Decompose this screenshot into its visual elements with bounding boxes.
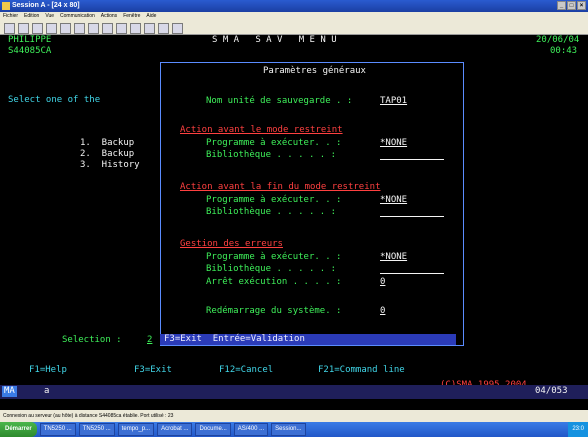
status-message: Connexion au serveur (au hôte) à distanc… [3,413,174,419]
settings-icon[interactable] [158,23,169,34]
select-prompt: Select one of the [8,95,101,105]
status-bar: Connexion au serveur (au hôte) à distanc… [0,410,588,422]
taskbar-item-5[interactable]: Docume... [195,423,231,436]
fkey-command-line[interactable]: F21=Command line [318,365,405,376]
oia-input-mode: a [44,386,50,396]
taskbar-item-3[interactable]: tempo_p... [117,423,155,436]
program-input-3[interactable]: *NONE [380,252,440,263]
library-label-2: Bibliothèque . . . . . : [206,207,337,217]
system-clock: 23:0 [568,422,588,437]
receive-icon[interactable] [60,23,71,34]
library-label-3: Bibliothèque . . . . . : [206,264,337,274]
terminal-screen[interactable]: PHILIPPE S M A S A V M E N U 20/06/04 S4… [0,35,588,410]
section-before-end-restricted: Action avant la fin du mode restreint [180,182,381,192]
taskbar: Démarrer TN5250 ... TN5250 ... tempo_p..… [0,422,588,437]
minimize-icon[interactable]: _ [557,1,566,10]
program-label-2: Programme à exécuter. . : [206,195,342,205]
system-name: S44085CA [8,46,52,56]
stop-execution-label: Arrêt exécution . . . . : [206,277,342,287]
help-icon[interactable] [172,23,183,34]
menu-aide[interactable]: Aide [146,12,156,21]
window-titlebar[interactable]: Session A - [24 x 80] _ □ × [0,0,588,12]
restart-label: Redémarrage du système. : [206,306,342,316]
library-input-3[interactable] [380,273,444,274]
stop-execution-input[interactable]: 0 [380,277,385,288]
menu-title: S M A S A V M E N U [212,35,337,45]
taskbar-item-7[interactable]: Session... [271,423,306,436]
screen-time: 00:43 [550,46,578,56]
selection-input[interactable]: 2 [147,335,152,346]
program-input-1[interactable]: *NONE [380,138,440,149]
oia-session: MA [2,386,17,397]
start-button[interactable]: Démarrer [0,422,37,437]
program-label-3: Programme à exécuter. . : [206,252,342,262]
cursor-position: 04/053 [535,386,568,396]
play-icon[interactable] [130,23,141,34]
program-input-2[interactable]: *NONE [380,195,440,206]
taskbar-item-2[interactable]: TN5250 ... [78,423,115,436]
menu-vue[interactable]: Vue [45,12,54,21]
fkey-help[interactable]: F1=Help [29,365,67,376]
dialog-general-parameters: Paramètres généraux Nom unité de sauvega… [160,62,464,346]
oia-bar: MA a 04/053 [0,385,588,399]
send-icon[interactable] [46,23,57,34]
toolbar [0,21,588,35]
library-input-1[interactable] [380,159,444,160]
app-icon [2,2,10,10]
section-error-handling: Gestion des erreurs [180,239,283,249]
menu-fichier[interactable]: Fichier [3,12,18,21]
taskbar-item-4[interactable]: Acrobat ... [157,423,193,436]
record-icon[interactable] [116,23,127,34]
menu-edition[interactable]: Edition [24,12,39,21]
fkey-cancel[interactable]: F12=Cancel [219,365,273,376]
option-3: 3. History [80,160,140,170]
copy-icon[interactable] [18,23,29,34]
dialog-title: Paramètres généraux [263,66,366,76]
library-input-2[interactable] [380,216,444,217]
window-title: Session A - [24 x 80] [12,2,80,9]
menu-communication[interactable]: Communication [60,12,95,21]
window-controls: _ □ × [557,1,586,10]
restart-input[interactable]: 0 [380,306,385,317]
unit-input[interactable]: TAP01 [380,96,440,107]
screen-date: 20/06/04 [536,35,580,45]
print-icon[interactable] [4,23,15,34]
user-name: PHILIPPE [8,35,52,45]
taskbar-item-6[interactable]: AS/400 ... [233,423,269,436]
unit-label: Nom unité de sauvegarde . : [206,96,353,106]
paste-icon[interactable] [32,23,43,34]
menu-bar: Fichier Edition Vue Communication Action… [0,12,588,21]
library-label-1: Bibliothèque . . . . . : [206,150,337,160]
taskbar-item-1[interactable]: TN5250 ... [39,423,76,436]
program-label-1: Programme à exécuter. . : [206,138,342,148]
option-1: 1. Backup [80,138,135,148]
menu-actions[interactable]: Actions [101,12,117,21]
selection-label: Selection : [62,335,122,345]
dialog-footer-keys: F3=Exit Entrée=Validation [160,334,456,345]
display-icon[interactable] [74,23,85,34]
maximize-icon[interactable]: □ [567,1,576,10]
close-icon[interactable]: × [577,1,586,10]
option-2: 2. Backup [80,149,135,159]
menu-fenetre[interactable]: Fenêtre [123,12,140,21]
color-icon[interactable] [144,23,155,34]
keyboard-icon[interactable] [88,23,99,34]
section-before-restricted: Action avant le mode restreint [180,125,343,135]
fkey-exit[interactable]: F3=Exit [134,365,172,376]
macro-icon[interactable] [102,23,113,34]
